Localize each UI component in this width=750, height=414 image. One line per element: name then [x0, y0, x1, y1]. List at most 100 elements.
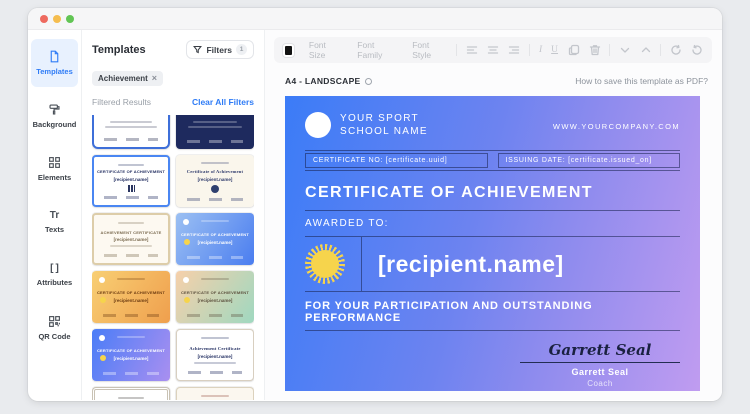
- thumb-recipient: [recipient.name]: [197, 239, 233, 245]
- thumb-title: CERTIFICATE OF ACHIEVEMENT: [180, 290, 250, 296]
- move-down-button[interactable]: [618, 44, 631, 57]
- template-thumbnail-1[interactable]: [92, 115, 170, 149]
- move-up-button[interactable]: [639, 44, 652, 57]
- delete-button[interactable]: [588, 44, 601, 57]
- filters-count-badge: 1: [236, 44, 247, 55]
- signature-block[interactable]: Garrett Seal Garrett Seal Coach: [520, 341, 680, 388]
- funnel-icon: [193, 45, 203, 54]
- filter-chip-achievement[interactable]: Achievement ×: [92, 71, 164, 86]
- app-window: Templates Background Elements Tr Texts […: [28, 8, 722, 401]
- redo-button[interactable]: [690, 44, 703, 57]
- panel-title: Templates: [92, 43, 146, 56]
- template-thumbnail-8[interactable]: CERTIFICATE OF ACHIEVEMENT [recipient.na…: [176, 271, 254, 323]
- sidebar-item-label: Texts: [44, 225, 65, 234]
- template-thumbnail-7[interactable]: CERTIFICATE OF ACHIEVEMENT [recipient.na…: [92, 271, 170, 323]
- redo-icon: [691, 44, 702, 55]
- thumb-sun-icon: [184, 239, 190, 245]
- template-thumbnail-6[interactable]: CERTIFICATE OF ACHIEVEMENT [recipient.na…: [176, 213, 254, 265]
- certificate-title-text[interactable]: CERTIFICATE OF ACHIEVEMENT: [305, 184, 680, 202]
- clear-all-filters-link[interactable]: Clear All Filters: [192, 97, 254, 107]
- window-titlebar: [28, 8, 722, 30]
- chevron-down-icon: [620, 47, 629, 53]
- template-thumbnail-5[interactable]: ACHIEVEMENT CERTIFICATE [recipient.name]: [92, 213, 170, 265]
- thumb-sun-icon: [184, 297, 190, 303]
- traffic-light-zoom[interactable]: [66, 14, 74, 23]
- subtitle-text[interactable]: FOR YOUR PARTICIPATION AND OUTSTANDING P…: [305, 300, 680, 324]
- sidebar-item-background[interactable]: Background: [31, 92, 78, 140]
- template-thumbnail-9[interactable]: CERTIFICATE OF ACHIEVEMENT [recipient.na…: [92, 329, 170, 381]
- font-size-dropdown[interactable]: Font Size: [309, 40, 336, 60]
- awarded-to-text[interactable]: AWARDED TO:: [305, 218, 680, 229]
- tool-sidebar: Templates Background Elements Tr Texts […: [28, 30, 82, 400]
- vertical-divider: [361, 237, 362, 291]
- grid-icon: [49, 157, 60, 168]
- divider-line: [305, 210, 680, 211]
- template-thumbnail-11[interactable]: [92, 387, 170, 400]
- align-right-icon: [509, 46, 520, 54]
- italic-button[interactable]: I: [539, 45, 542, 55]
- signature-script-text: Garrett Seal: [548, 341, 652, 359]
- pdf-help-link[interactable]: How to save this template as PDF?: [575, 76, 708, 86]
- school-name-text[interactable]: YOUR SPORT SCHOOL NAME: [340, 112, 428, 138]
- underline-button[interactable]: U: [551, 45, 558, 55]
- color-swatch[interactable]: [283, 43, 294, 57]
- thumb-recipient: [recipient.name]: [113, 297, 149, 303]
- format-toolbar: Font Size Font Family Font Style I U: [274, 37, 712, 63]
- sidebar-item-attributes[interactable]: [ ] Attributes: [31, 251, 78, 299]
- template-thumbnail-2[interactable]: [176, 115, 254, 149]
- sidebar-item-label: Elements: [37, 173, 72, 182]
- chip-close-icon[interactable]: ×: [152, 74, 157, 83]
- school-logo-circle[interactable]: [305, 112, 331, 138]
- certificate-no-field[interactable]: CERTIFICATE NO: [certificate.uuid]: [305, 153, 488, 168]
- traffic-light-minimize[interactable]: [53, 14, 61, 23]
- template-thumbnail-4[interactable]: Certificate of Achievement [recipient.na…: [176, 155, 254, 207]
- align-right-button[interactable]: [508, 44, 520, 57]
- page-size-text: A4 - LANDSCAPE: [285, 76, 361, 86]
- issuing-date-field[interactable]: ISSUING DATE: [certificate.issued_on]: [497, 153, 680, 168]
- duplicate-button[interactable]: [567, 44, 580, 57]
- template-thumbnail-10[interactable]: Achievement Certificate [recipient.name]: [176, 329, 254, 381]
- traffic-light-close[interactable]: [40, 14, 48, 23]
- templates-panel: Templates Filters 1 Achievement × Filter…: [82, 30, 265, 400]
- thumb-logo-dot: [99, 277, 105, 283]
- thumb-title: Certificate of Achievement: [186, 169, 244, 175]
- website-text[interactable]: WWW.YOURCOMPANY.COM: [553, 122, 680, 131]
- sidebar-item-elements[interactable]: Elements: [31, 145, 78, 193]
- template-thumbnail-12[interactable]: CERTIFICATE OF ACHIEVEMENT: [176, 387, 254, 400]
- filters-button[interactable]: Filters 1: [186, 40, 254, 59]
- thumb-qr-icon: [127, 184, 135, 192]
- thumb-title: CERTIFICATE OF ACHIEVEMENT: [96, 169, 166, 175]
- font-style-dropdown[interactable]: Font Style: [412, 40, 441, 60]
- editor-main: Font Size Font Family Font Style I U A4 …: [265, 30, 722, 400]
- align-left-button[interactable]: [466, 44, 478, 57]
- sidebar-item-templates[interactable]: Templates: [31, 39, 78, 87]
- filtered-results-label: Filtered Results: [92, 97, 152, 107]
- sunburst-icon[interactable]: [305, 244, 345, 284]
- thumb-recipient: [recipient.name]: [113, 176, 149, 182]
- template-thumbnail-3[interactable]: CERTIFICATE OF ACHIEVEMENT [recipient.na…: [92, 155, 170, 207]
- page-size-label: A4 - LANDSCAPE: [285, 76, 372, 86]
- copy-icon: [568, 44, 579, 56]
- info-circle-icon[interactable]: [364, 77, 372, 85]
- sidebar-item-texts[interactable]: Tr Texts: [31, 198, 78, 246]
- thumb-sun-icon: [100, 355, 106, 361]
- divider-line: [305, 330, 680, 331]
- sidebar-item-label: Attributes: [36, 278, 73, 287]
- sidebar-item-label: Templates: [36, 67, 73, 76]
- sidebar-item-qr-code[interactable]: QR Code: [31, 304, 78, 352]
- thumb-recipient: [recipient.name]: [197, 176, 233, 182]
- divider-line: [305, 291, 680, 292]
- font-family-dropdown[interactable]: Font Family: [357, 40, 391, 60]
- thumb-recipient: [recipient.name]: [113, 237, 149, 243]
- template-list: CERTIFICATE OF ACHIEVEMENT [recipient.na…: [92, 115, 254, 400]
- thumb-logo-dot: [183, 219, 189, 225]
- signature-line: [520, 362, 680, 363]
- align-center-button[interactable]: [487, 44, 499, 57]
- thumb-recipient: [recipient.name]: [197, 353, 233, 359]
- chevron-up-icon: [641, 47, 650, 53]
- thumb-title: CERTIFICATE OF ACHIEVEMENT: [180, 232, 250, 238]
- recipient-name-text[interactable]: [recipient.name]: [378, 251, 564, 278]
- undo-button[interactable]: [669, 44, 682, 57]
- certificate-canvas[interactable]: YOUR SPORT SCHOOL NAME WWW.YOURCOMPANY.C…: [285, 96, 700, 391]
- thumb-sun-icon: [100, 297, 106, 303]
